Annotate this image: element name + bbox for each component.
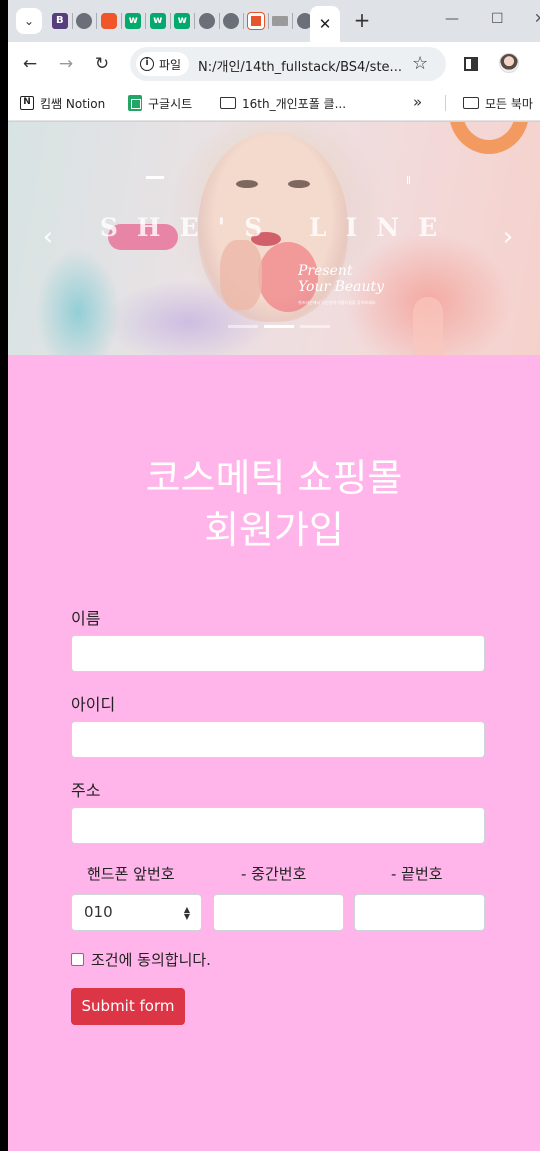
tab-thumbnail[interactable] (269, 10, 293, 32)
tab-search-button[interactable]: ⌄ (16, 8, 42, 34)
banner-tagline: Present Your Beauty (298, 263, 384, 295)
globe-icon (223, 13, 240, 29)
bookmark-label: 16th_개인포폴 클... (242, 96, 347, 111)
phone-last-label: - 끝번호 (391, 865, 443, 883)
close-tab-icon[interactable]: ✕ (319, 15, 332, 33)
tab-favicons: B w w w (48, 10, 317, 32)
close-window-icon[interactable]: ✕ (534, 8, 540, 30)
tab-w3schools-2[interactable]: w (146, 10, 170, 32)
banner-tagline-line2: Your Beauty (298, 279, 385, 295)
carousel-indicators (228, 325, 330, 328)
thumbnail-icon (272, 16, 289, 26)
minimize-icon[interactable]: — (445, 8, 459, 30)
agree-row: 조건에 동의합니다. (71, 949, 211, 970)
bookmark-label: 킴쌤 Notion (40, 96, 106, 111)
name-input[interactable] (71, 635, 485, 672)
banner-cosmetic-tube (413, 297, 443, 355)
hero-carousel: SHE'S LINE Present Your Beauty 쉬즈라인에서 당신… (8, 122, 540, 355)
folder-icon (463, 97, 479, 109)
banner-deco-line (146, 176, 164, 179)
banner-orange-ring (449, 122, 529, 154)
bookmark-star-icon[interactable]: ☆ (412, 53, 428, 74)
bookmark-folder-portfolio[interactable]: 16th_개인포폴 클... (220, 93, 346, 113)
tab-globe-1[interactable] (73, 10, 97, 32)
address-label: 주소 (71, 781, 101, 800)
tab-w3schools-1[interactable]: w (122, 10, 146, 32)
page-content: SHE'S LINE Present Your Beauty 쉬즈라인에서 당신… (8, 122, 540, 1151)
carousel-indicator[interactable] (228, 325, 258, 328)
agree-label[interactable]: 조건에 동의합니다. (91, 949, 211, 970)
bookmark-label: 모든 북마 (485, 96, 533, 111)
carousel-indicator[interactable] (264, 325, 294, 328)
page-title-line1: 코스메틱 쇼핑몰 (145, 456, 403, 500)
notion-icon: N (20, 96, 34, 110)
address-input[interactable] (71, 807, 485, 844)
phone-first-label: 핸드폰 앞번호 (87, 865, 175, 883)
tab-red-square[interactable] (244, 10, 268, 32)
submit-button[interactable]: Submit form (71, 988, 185, 1025)
phone-middle-input[interactable] (213, 894, 344, 931)
carousel-prev-icon[interactable]: ‹ (36, 222, 60, 252)
banner-model-eye (236, 180, 258, 188)
banner-deco-mark (407, 176, 410, 184)
address-bar-row: ← → ↻ i 파일 N:/개인/14th_fullstack/BS4/ste.… (8, 42, 540, 86)
banner-brand-text: SHE'S LINE (99, 213, 457, 242)
omnibox[interactable]: i 파일 N:/개인/14th_fullstack/BS4/ste... ☆ (130, 47, 446, 81)
forward-icon[interactable]: → (54, 52, 78, 76)
url-text[interactable]: N:/개인/14th_fullstack/BS4/ste... (198, 56, 402, 75)
tab-strip: ⌄ B w w w ✕ + — ☐ ✕ (8, 0, 540, 42)
id-input[interactable] (71, 721, 485, 758)
new-tab-button[interactable]: + (352, 9, 372, 31)
carousel-next-icon[interactable]: › (496, 222, 520, 252)
bookmark-folder-all[interactable]: 모든 북마 (463, 93, 533, 113)
phone-first-select[interactable]: 010 ▲ ▼ (71, 894, 202, 931)
bootstrap-icon: B (51, 13, 68, 29)
bookmark-google-sheets[interactable]: 구글시트 (128, 93, 192, 113)
tab-globe-2[interactable] (195, 10, 219, 32)
browser-window: ⌄ B w w w ✕ + — ☐ ✕ ← → ↻ i 파일 N:/개인/14t… (8, 0, 540, 1151)
tab-brave[interactable] (97, 10, 121, 32)
brave-icon (100, 13, 117, 29)
info-icon: i (140, 57, 154, 71)
back-icon[interactable]: ← (18, 52, 42, 76)
page-title-line2: 회원가입 (204, 508, 344, 552)
side-panel-icon[interactable] (464, 57, 478, 71)
globe-icon (198, 13, 215, 29)
tab-w3schools-3[interactable]: w (171, 10, 195, 32)
w3schools-icon: w (149, 13, 166, 29)
select-caret-icon: ▲ ▼ (183, 905, 191, 921)
active-tab[interactable]: ✕ (310, 6, 340, 42)
bookmarks-bar: N 킴쌤 Notion 구글시트 16th_개인포폴 클... » 모든 북마 (8, 86, 540, 121)
banner-tagline-line1: Present (298, 263, 353, 279)
folder-icon (220, 97, 236, 109)
bookmarks-divider (445, 95, 446, 111)
banner-model-eye (288, 180, 310, 188)
reload-icon[interactable]: ↻ (90, 52, 114, 76)
tab-bootstrap[interactable]: B (48, 10, 72, 32)
w3schools-icon: w (174, 13, 191, 29)
profile-avatar[interactable] (499, 53, 519, 73)
bookmarks-overflow-icon[interactable]: » (413, 93, 422, 111)
red-square-icon (246, 12, 265, 30)
globe-icon (76, 13, 93, 29)
site-info-chip[interactable]: i 파일 (136, 52, 190, 76)
id-label: 아이디 (71, 695, 116, 714)
google-sheets-icon (128, 95, 142, 111)
site-info-label: 파일 (159, 57, 182, 72)
bookmark-notion[interactable]: N 킴쌤 Notion (20, 93, 105, 113)
bookmark-label: 구글시트 (148, 96, 193, 111)
phone-middle-label: - 중간번호 (241, 865, 307, 883)
carousel-indicator[interactable] (300, 325, 330, 328)
agree-checkbox[interactable] (71, 953, 84, 966)
page-title: 코스메틱 쇼핑몰 회원가입 (8, 452, 540, 556)
maximize-icon[interactable]: ☐ (491, 8, 504, 30)
w3schools-icon: w (125, 13, 142, 29)
phone-last-input[interactable] (354, 894, 485, 931)
tab-globe-3[interactable] (220, 10, 244, 32)
phone-first-value: 010 (84, 903, 113, 921)
banner-model-hand (220, 240, 262, 310)
banner-tagline-small: 쉬즈라인에서 당신만의 아름다움을 찾아보세요 (298, 300, 376, 305)
name-label: 이름 (71, 609, 101, 628)
